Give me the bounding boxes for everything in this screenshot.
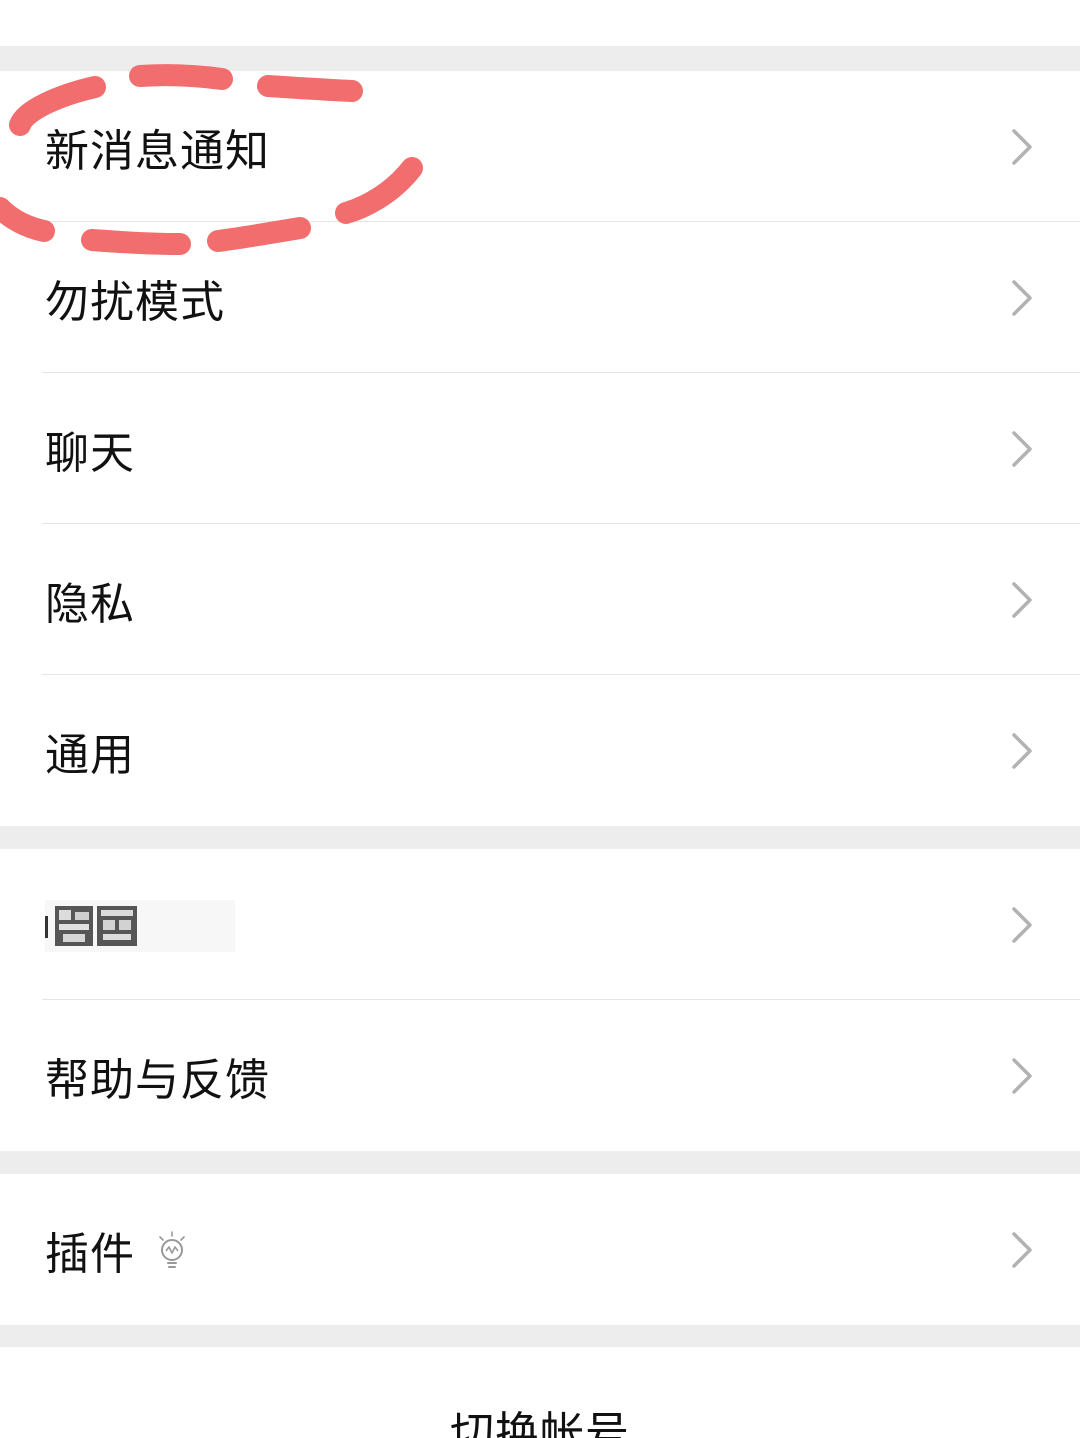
chevron-right-icon bbox=[1012, 1231, 1032, 1268]
chevron-right-icon bbox=[1012, 732, 1032, 769]
row-help-feedback[interactable]: 帮助与反馈 bbox=[0, 1000, 1080, 1151]
chevron-right-icon bbox=[1012, 430, 1032, 467]
row-label: 隐私 bbox=[45, 578, 135, 630]
row-general[interactable]: 通用 bbox=[0, 675, 1080, 826]
pixelated-text-graphic bbox=[45, 899, 235, 952]
row-new-message-notification[interactable]: 新消息通知 bbox=[0, 71, 1080, 222]
row-label: 新消息通知 bbox=[45, 125, 270, 177]
row-label: 帮助与反馈 bbox=[45, 1054, 270, 1106]
chevron-right-icon bbox=[1012, 279, 1032, 316]
chevron-right-icon bbox=[1012, 128, 1032, 165]
row-do-not-disturb[interactable]: 勿扰模式 bbox=[0, 222, 1080, 373]
lightbulb-icon bbox=[159, 1230, 185, 1268]
row-obscured[interactable] bbox=[0, 849, 1080, 1000]
settings-group-plugins: 插件 bbox=[0, 1174, 1080, 1325]
settings-group-main: 新消息通知 勿扰模式 聊天 隐私 通用 bbox=[0, 71, 1080, 826]
top-strip bbox=[0, 0, 1080, 46]
row-privacy[interactable]: 隐私 bbox=[0, 524, 1080, 675]
obscured-label bbox=[45, 890, 235, 960]
settings-group-secondary: 帮助与反馈 bbox=[0, 849, 1080, 1151]
chevron-right-icon bbox=[1012, 1057, 1032, 1094]
chevron-right-icon bbox=[1012, 581, 1032, 618]
row-label: 插件 bbox=[45, 1228, 135, 1280]
chevron-right-icon bbox=[1012, 906, 1032, 943]
row-label: 聊天 bbox=[45, 427, 135, 479]
row-chat[interactable]: 聊天 bbox=[0, 373, 1080, 524]
row-label: 勿扰模式 bbox=[45, 276, 225, 328]
switch-account-button[interactable]: 切换帐号 bbox=[0, 1347, 1080, 1438]
switch-account-label: 切换帐号 bbox=[450, 1408, 630, 1438]
row-plugins[interactable]: 插件 bbox=[0, 1174, 1080, 1325]
row-label: 通用 bbox=[45, 729, 135, 781]
